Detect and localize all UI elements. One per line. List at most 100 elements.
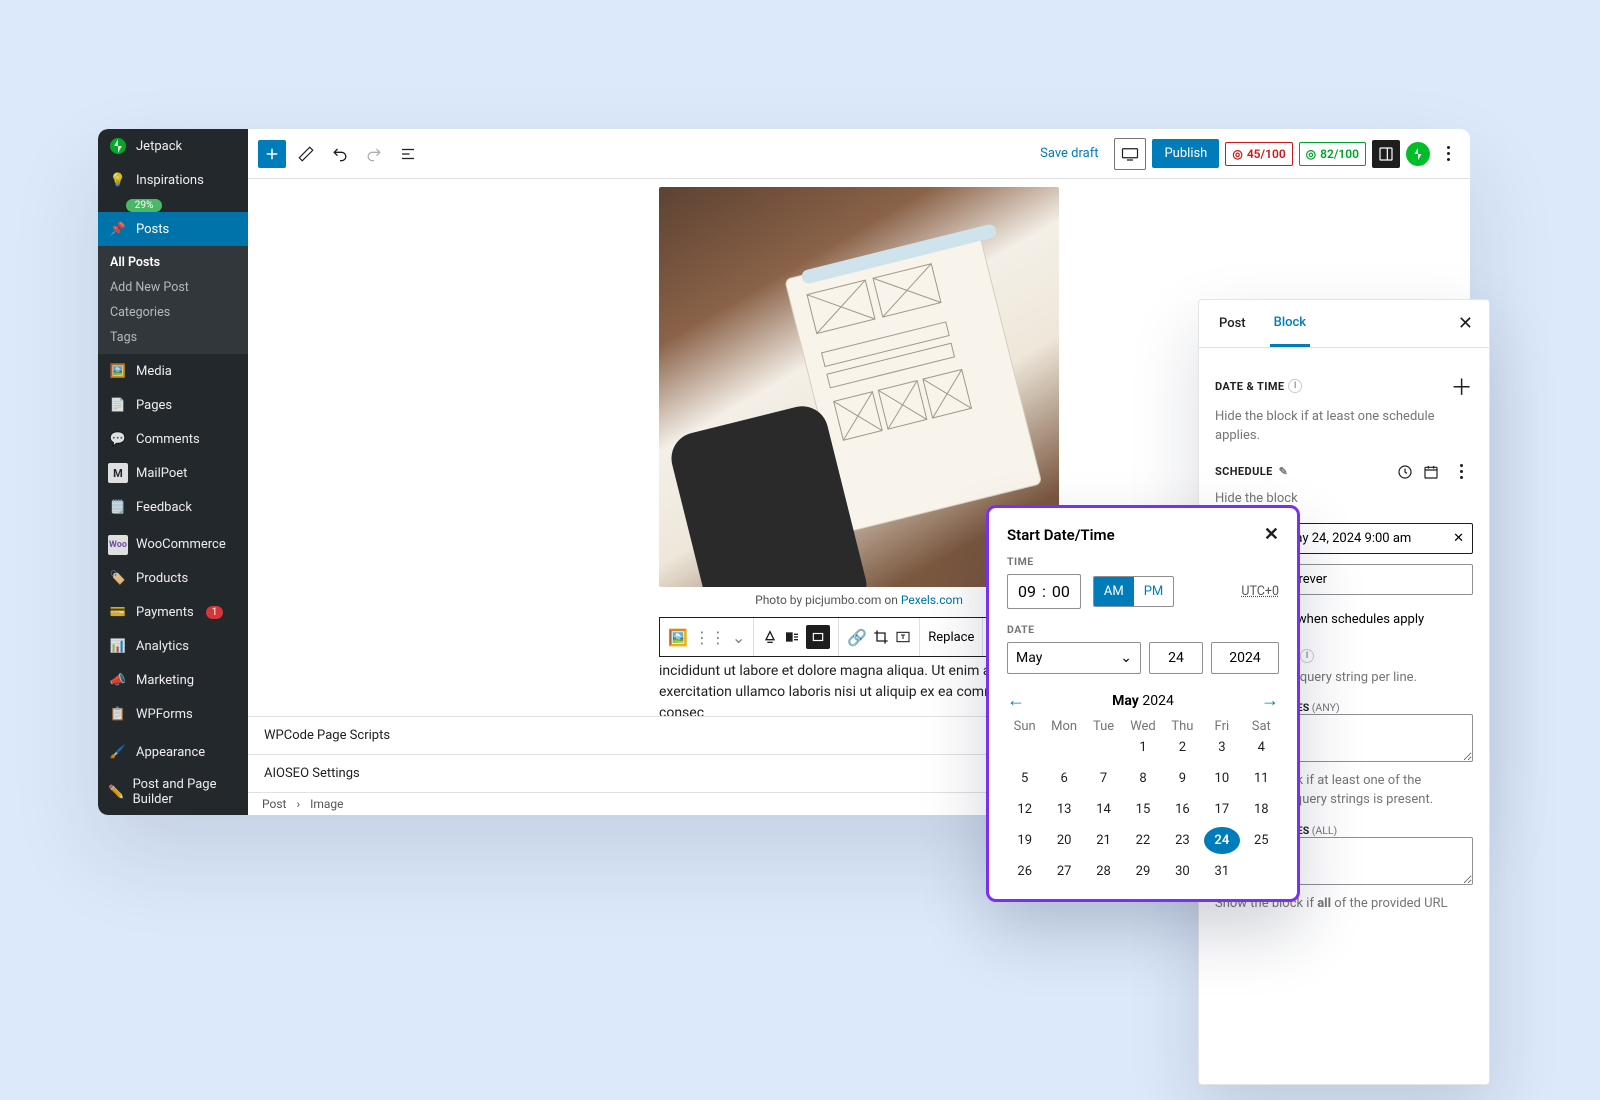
am-button[interactable]: AM [1094,577,1134,606]
sidebar-item-payments[interactable]: 💳Payments1 [98,596,248,630]
sidebar-item-pages[interactable]: 📄Pages [98,388,248,422]
to-field[interactable]: Forever [1275,564,1473,595]
chevron-down-icon[interactable]: ⌄ [732,628,745,647]
calendar-day[interactable]: 1 [1125,734,1160,761]
sidebar-item-wpforms[interactable]: 📋WPForms [98,698,248,732]
caption-link[interactable]: Pexels.com [901,593,963,607]
calendar-day[interactable]: 27 [1046,858,1081,885]
clear-icon[interactable]: ✕ [1453,531,1464,546]
calendar-day[interactable]: 11 [1244,765,1279,792]
align-left-button[interactable] [784,629,800,645]
sidebar-item-comments[interactable]: 💬Comments [98,422,248,456]
calendar-day[interactable]: 7 [1086,765,1121,792]
document-overview-button[interactable] [394,140,422,168]
from-field[interactable]: May 24, 2024 9:00 am ✕ [1275,523,1473,554]
publish-button[interactable]: Publish [1152,139,1219,168]
add-block-button[interactable] [258,140,286,168]
calendar-day[interactable]: 21 [1086,827,1121,854]
align-wide-button[interactable] [806,625,830,649]
image-block-icon[interactable]: 🖼️ [668,628,688,647]
close-datetime-button[interactable]: ✕ [1264,524,1279,545]
add-datetime-button[interactable]: ＋ [1451,370,1473,402]
calendar-day[interactable]: 9 [1165,765,1200,792]
clock-icon[interactable] [1397,464,1413,480]
calendar-day[interactable]: 3 [1204,734,1239,761]
month-select[interactable]: May⌄ [1007,642,1141,674]
calendar-icon[interactable] [1423,464,1439,480]
settings-sidebar-toggle[interactable] [1372,140,1400,168]
info-icon[interactable]: i [1288,379,1302,393]
schedule-more-button[interactable] [1449,460,1473,484]
calendar-day[interactable]: 18 [1244,796,1279,823]
calendar-day[interactable]: 22 [1125,827,1160,854]
seo-score-green[interactable]: ◎82/100 [1299,142,1366,166]
link-button[interactable]: 🔗 [847,628,867,647]
more-menu-button[interactable] [1436,142,1460,166]
sidebar-item-inspirations[interactable]: 💡 Inspirations [98,163,248,197]
submenu-add-new[interactable]: Add New Post [98,275,248,300]
crumb-post[interactable]: Post [262,797,286,811]
sidebar-item-appearance[interactable]: 🖌️Appearance [98,736,248,770]
calendar-day[interactable]: 23 [1165,827,1200,854]
calendar-day[interactable]: 4 [1244,734,1279,761]
prev-month-button[interactable]: ← [1007,690,1025,711]
calendar-day[interactable]: 26 [1007,858,1042,885]
calendar-day[interactable]: 13 [1046,796,1081,823]
close-panel-button[interactable]: ✕ [1458,313,1473,334]
submenu-categories[interactable]: Categories [98,300,248,325]
calendar-day[interactable]: 20 [1046,827,1081,854]
edit-icon[interactable]: ✎ [1279,465,1289,478]
edit-tool-button[interactable] [292,140,320,168]
calendar-day[interactable]: 15 [1125,796,1160,823]
jetpack-button[interactable] [1406,142,1430,166]
calendar-day[interactable]: 10 [1204,765,1239,792]
save-draft-button[interactable]: Save draft [1030,140,1108,167]
calendar-day[interactable]: 24 [1204,827,1239,854]
calendar-day[interactable]: 6 [1046,765,1081,792]
sidebar-item-builder[interactable]: ✏️Post and Page Builder [98,770,248,815]
calendar-day[interactable]: 2 [1165,734,1200,761]
crop-button[interactable] [873,629,889,645]
calendar-day[interactable]: 16 [1165,796,1200,823]
calendar-day[interactable]: 5 [1007,765,1042,792]
time-input[interactable]: 09 : 00 [1007,574,1081,609]
calendar-day[interactable]: 30 [1165,858,1200,885]
undo-button[interactable] [326,140,354,168]
seo-score-red[interactable]: ◎45/100 [1225,142,1292,166]
calendar-day[interactable]: 31 [1204,858,1239,885]
submenu-all-posts[interactable]: All Posts [98,250,248,275]
sidebar-item-media[interactable]: 🖼️Media [98,354,248,388]
calendar-day[interactable]: 8 [1125,765,1160,792]
crumb-image[interactable]: Image [310,797,343,811]
drag-handle-icon[interactable]: ⋮⋮ [694,628,726,647]
align-text-button[interactable] [762,629,778,645]
calendar-day[interactable]: 29 [1125,858,1160,885]
redo-button[interactable] [360,140,388,168]
tab-post[interactable]: Post [1215,302,1250,345]
replace-button[interactable]: Replace [920,618,983,656]
info-icon[interactable]: i [1300,649,1314,663]
sidebar-item-mailpoet[interactable]: MMailPoet [98,456,248,490]
calendar-day[interactable]: 19 [1007,827,1042,854]
next-month-button[interactable]: → [1261,690,1279,711]
sidebar-item-products[interactable]: 🏷️Products [98,562,248,596]
sidebar-item-jetpack[interactable]: Jetpack [98,129,248,163]
text-overlay-button[interactable] [895,629,911,645]
sidebar-item-marketing[interactable]: 📣Marketing [98,664,248,698]
calendar-day[interactable]: 12 [1007,796,1042,823]
calendar-day[interactable]: 17 [1204,796,1239,823]
calendar-day[interactable]: 28 [1086,858,1121,885]
calendar-day[interactable]: 14 [1086,796,1121,823]
preview-button[interactable] [1114,138,1146,170]
sidebar-item-feedback[interactable]: 🗒️Feedback [98,490,248,524]
submenu-tags[interactable]: Tags [98,325,248,350]
pm-button[interactable]: PM [1134,577,1174,606]
sidebar-item-analytics[interactable]: 📊Analytics [98,630,248,664]
sidebar-item-posts[interactable]: 📌 Posts [98,212,248,246]
tab-block[interactable]: Block [1270,301,1310,347]
calendar-day[interactable]: 25 [1244,827,1279,854]
sidebar-item-woocommerce[interactable]: WooWooCommerce [98,528,248,562]
day-input[interactable]: 24 [1149,642,1203,674]
year-input[interactable]: 2024 [1211,642,1279,674]
timezone-label[interactable]: UTC+0 [1241,584,1279,599]
